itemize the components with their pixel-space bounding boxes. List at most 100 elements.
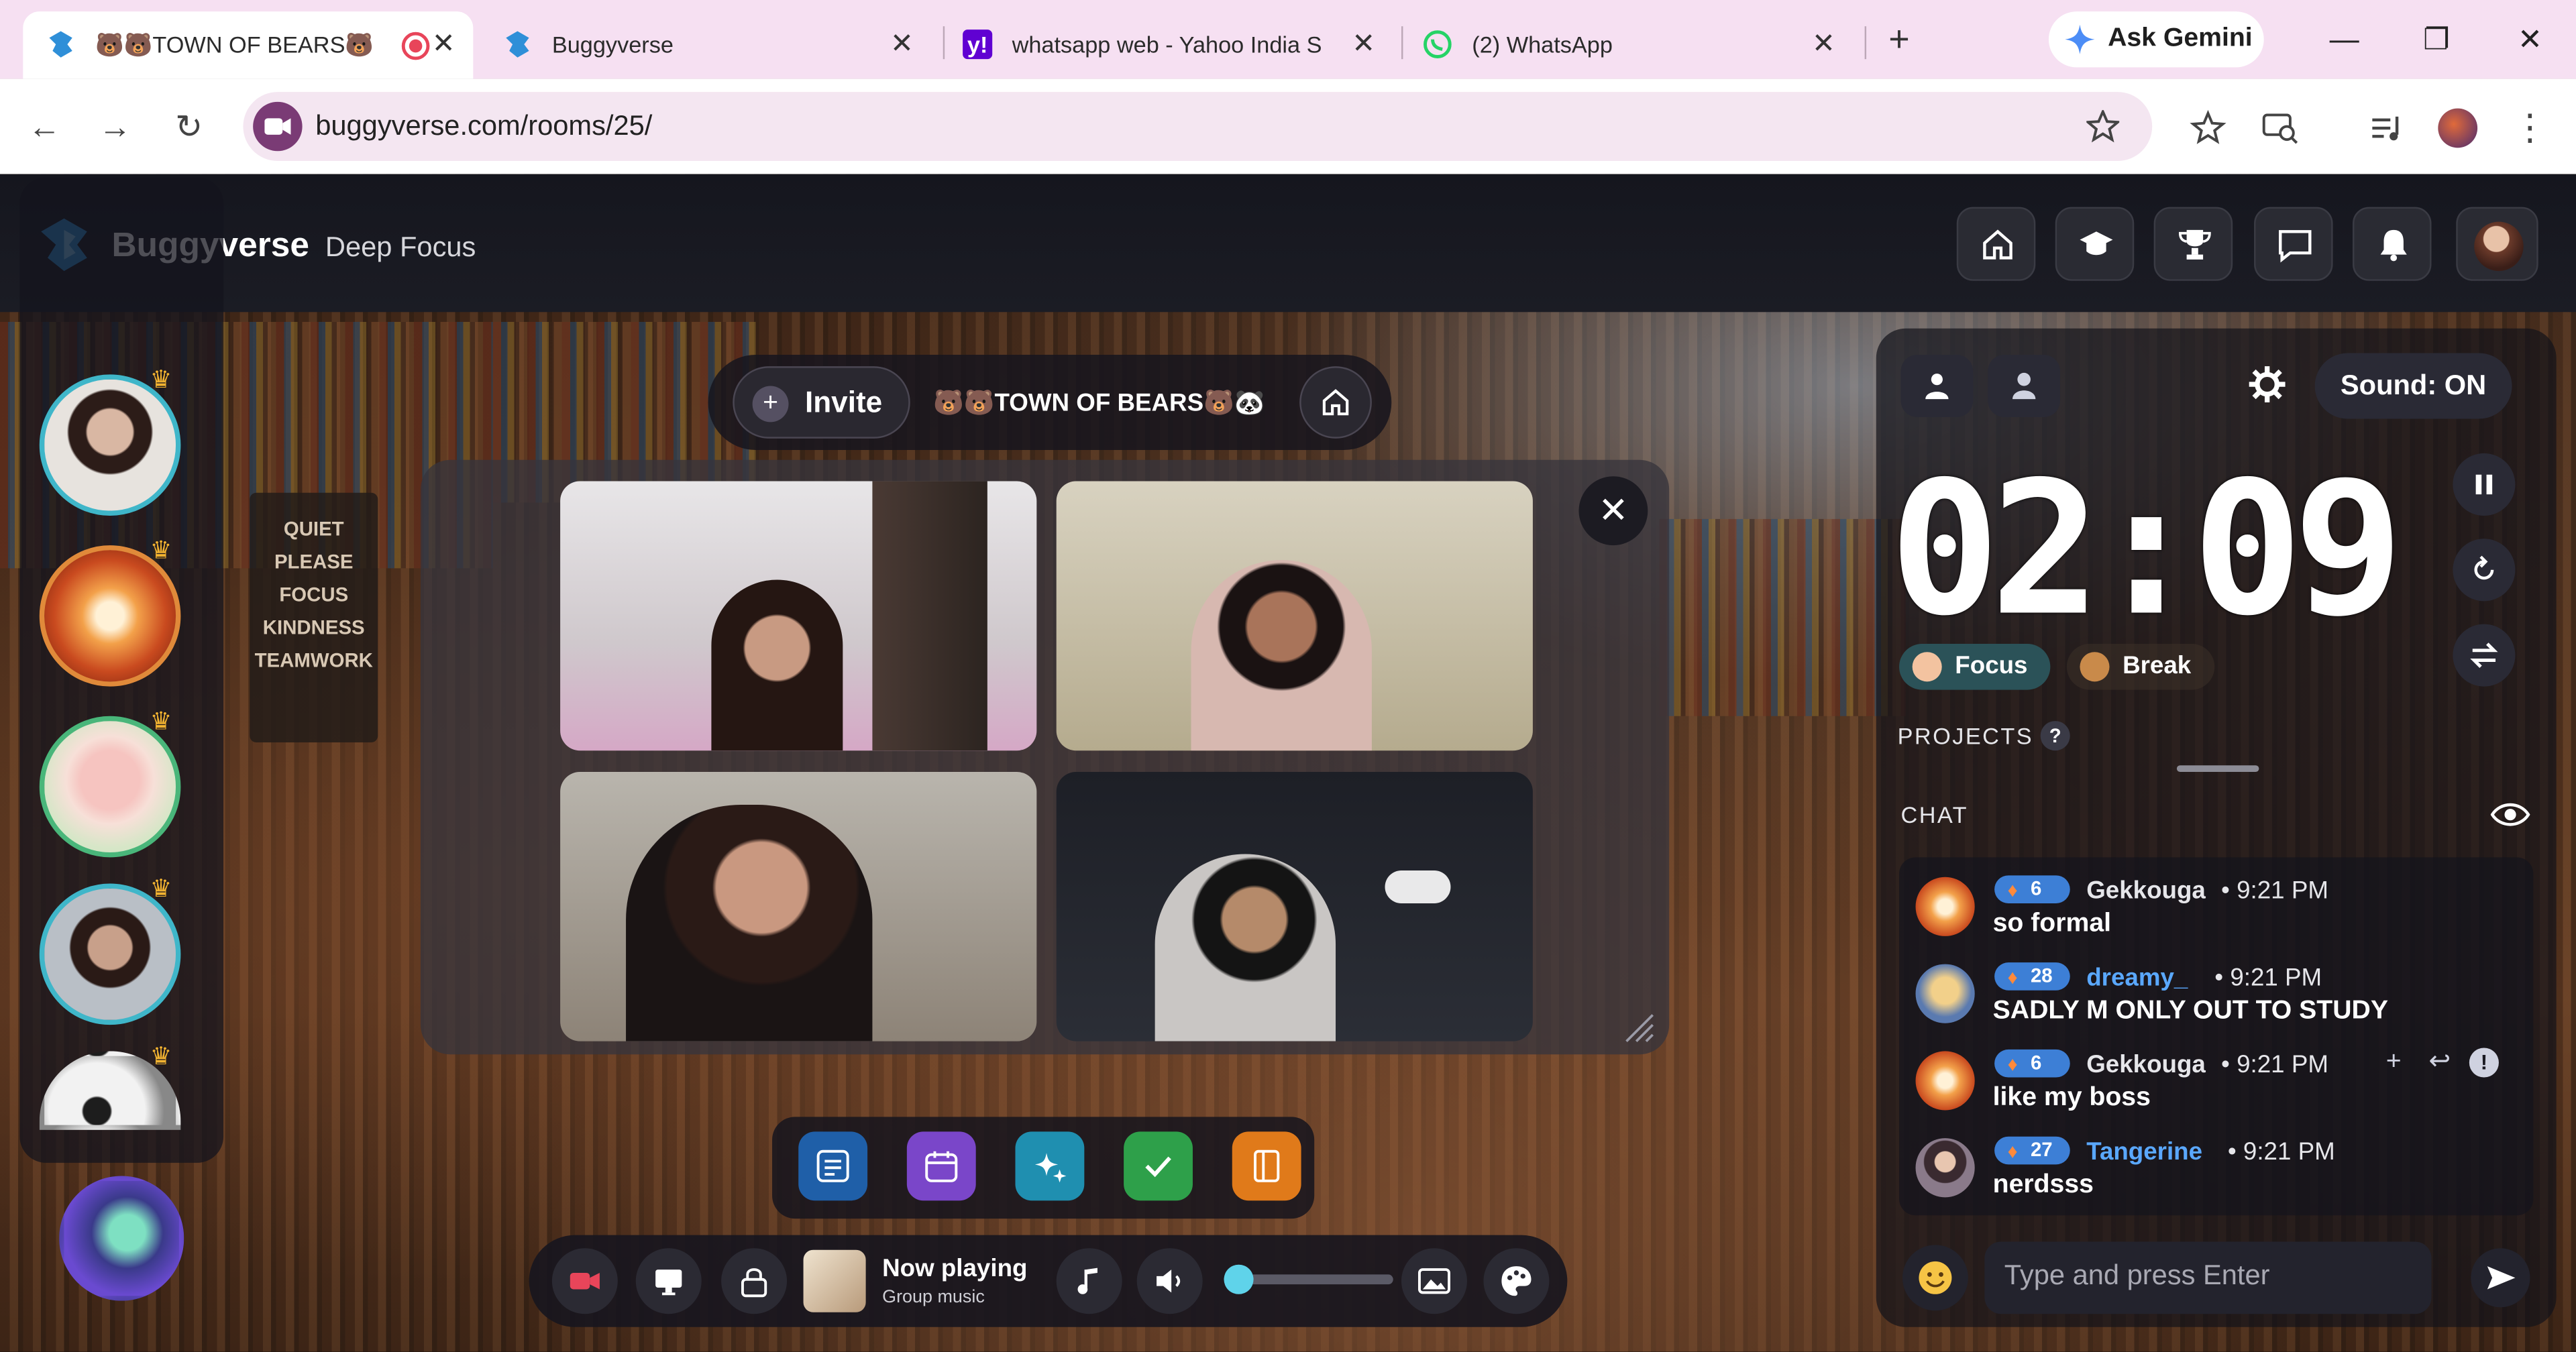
close-tab-icon[interactable]: ✕	[885, 28, 918, 61]
video-lamp	[1385, 870, 1451, 903]
chat-icon	[2279, 230, 2312, 263]
video-tile[interactable]	[560, 772, 1037, 1041]
lock-icon	[741, 1268, 767, 1298]
solo-mode-button[interactable]	[1988, 354, 2061, 418]
sound-toggle-button[interactable]: Sound: ON	[2314, 353, 2512, 419]
eye-icon[interactable]	[2490, 798, 2530, 831]
site-info-icon[interactable]	[253, 101, 303, 152]
video-person	[1155, 854, 1336, 1041]
swap-icon	[2470, 642, 2498, 669]
omnibox[interactable]: buggyverse.com/rooms/25/	[243, 92, 2153, 162]
notes-tool-button[interactable]	[1232, 1131, 1301, 1201]
speaker-icon	[1157, 1270, 1181, 1293]
avatar[interactable]	[1915, 1051, 1975, 1111]
emoji-picker-button[interactable]	[1902, 1245, 1968, 1311]
video-tile[interactable]	[560, 481, 1037, 751]
chat-username[interactable]: Gekkouga	[2086, 1051, 2206, 1079]
chat-label: CHAT	[1900, 801, 1969, 828]
chat-username[interactable]: dreamy_	[2086, 964, 2188, 993]
bookmark-star-icon[interactable]	[2086, 110, 2120, 143]
break-emoji-icon	[2080, 652, 2110, 682]
tab-whatsapp[interactable]: (2) WhatsApp ✕	[1400, 11, 1854, 78]
monitor-icon	[655, 1270, 682, 1296]
new-tab-button[interactable]: +	[1878, 19, 1921, 62]
swap-mode-button[interactable]	[2453, 624, 2516, 687]
bell-icon	[2380, 229, 2407, 262]
calendar-tool-button[interactable]	[906, 1131, 976, 1201]
participant-avatar[interactable]	[39, 545, 181, 687]
volume-slider-track[interactable]	[1235, 1274, 1393, 1285]
volume-slider-handle[interactable]	[1224, 1264, 1254, 1294]
tab-buggyverse[interactable]: Buggyverse ✕	[480, 11, 933, 78]
break-mode-chip[interactable]: Break	[2066, 644, 2215, 690]
leaderboard-button[interactable]	[2153, 207, 2233, 281]
add-reaction-icon[interactable]: +	[2379, 1048, 2408, 1077]
room-home-button[interactable]	[1299, 366, 1372, 439]
messages-button[interactable]	[2254, 207, 2333, 281]
send-button[interactable]	[2471, 1248, 2530, 1308]
extensions-star-icon[interactable]	[2188, 109, 2228, 148]
participant-avatar[interactable]	[39, 374, 181, 516]
lock-button[interactable]	[721, 1248, 788, 1314]
screen-share-button[interactable]	[635, 1248, 702, 1314]
chat-input[interactable]: Type and press Enter	[1984, 1241, 2432, 1314]
participant-avatar[interactable]	[39, 716, 181, 858]
close-tab-icon[interactable]: ✕	[1807, 28, 1840, 61]
notifications-button[interactable]	[2352, 207, 2432, 281]
camera-toggle-button[interactable]	[551, 1248, 618, 1314]
reply-icon[interactable]: ↩	[2425, 1048, 2455, 1077]
todo-tool-button[interactable]	[1124, 1131, 1193, 1201]
participant-avatar[interactable]	[39, 883, 181, 1025]
learn-button[interactable]	[2055, 207, 2135, 281]
chat-timestamp: • 9:21 PM	[2221, 877, 2328, 905]
avatar[interactable]	[1915, 1138, 1975, 1198]
background-image-button[interactable]	[1401, 1248, 1467, 1314]
browser-tab-strip: 🐻🐻TOWN OF BEARS🐻 ✕ Buggyverse ✕ y! whats…	[0, 0, 2576, 79]
tasks-tool-button[interactable]	[798, 1131, 868, 1201]
avatar[interactable]	[1915, 964, 1975, 1023]
minimize-icon[interactable]: —	[2324, 21, 2364, 58]
chat-username[interactable]: Tangerine	[2086, 1138, 2202, 1166]
ai-tool-button[interactable]	[1015, 1131, 1085, 1201]
volume-button[interactable]	[1136, 1248, 1203, 1314]
video-tile[interactable]	[1056, 481, 1533, 751]
avatar[interactable]	[1915, 877, 1975, 936]
profile-avatar[interactable]	[2438, 108, 2478, 148]
browser-menu-icon[interactable]: ⋮	[2510, 107, 2550, 148]
forward-arrow-icon[interactable]: →	[95, 109, 135, 148]
back-arrow-icon[interactable]: ←	[25, 109, 64, 148]
ask-gemini-button[interactable]: Ask Gemini	[2048, 11, 2264, 68]
gear-icon[interactable]	[2244, 361, 2290, 408]
palette-icon	[1501, 1266, 1532, 1296]
music-button[interactable]	[1056, 1248, 1122, 1314]
group-mode-button[interactable]	[1900, 354, 1974, 418]
close-tab-icon[interactable]: ✕	[427, 28, 460, 61]
group-icon	[1925, 374, 1949, 400]
focus-mode-chip[interactable]: Focus	[1899, 644, 2051, 690]
tab-town-of-bears[interactable]: 🐻🐻TOWN OF BEARS🐻 ✕	[23, 11, 474, 79]
reload-icon[interactable]: ↻	[169, 109, 209, 148]
close-video-panel-button[interactable]: ✕	[1578, 476, 1648, 546]
close-tab-icon[interactable]: ✕	[1347, 28, 1380, 61]
help-icon[interactable]: ?	[2040, 721, 2070, 751]
media-controls-icon[interactable]	[2367, 109, 2407, 148]
avatar	[2474, 221, 2524, 272]
resize-handle-icon[interactable]	[1620, 1009, 1656, 1045]
close-window-icon[interactable]: ✕	[2510, 21, 2550, 58]
video-tile[interactable]	[1056, 772, 1533, 1041]
theme-button[interactable]	[1483, 1248, 1550, 1314]
invite-button[interactable]: + Invite	[733, 366, 910, 439]
tab-yahoo[interactable]: y! whatsapp web - Yahoo India S ✕	[940, 11, 1393, 78]
pause-button[interactable]	[2453, 453, 2516, 516]
reset-button[interactable]	[2453, 539, 2516, 602]
home-button[interactable]	[1956, 207, 2036, 281]
restore-icon[interactable]: ❐	[2416, 21, 2456, 58]
user-avatar-button[interactable]	[2456, 207, 2538, 281]
sparkle-icon	[1034, 1153, 1067, 1183]
lens-search-icon[interactable]	[2261, 109, 2300, 148]
chat-username[interactable]: Gekkouga	[2086, 877, 2206, 905]
streak-badge: ♦ 27	[1994, 1136, 2070, 1165]
info-icon[interactable]: !	[2469, 1048, 2499, 1078]
my-avatar[interactable]	[59, 1176, 184, 1301]
panel-drag-handle[interactable]	[2176, 765, 2259, 773]
